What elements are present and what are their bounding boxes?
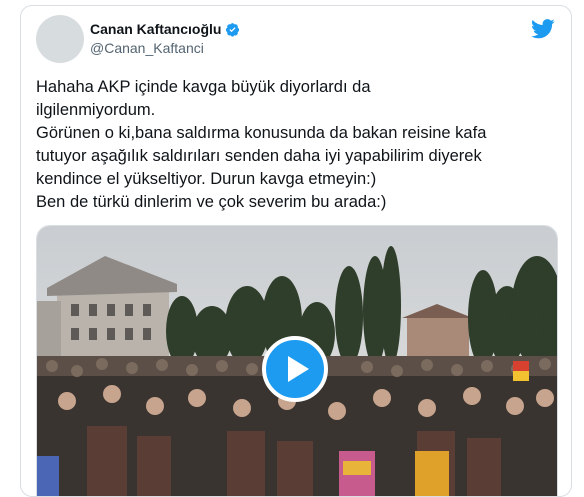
tweet-text-line: tutuyor aşağılık saldırıları senden daha… bbox=[36, 147, 482, 165]
tweet-text-line: Görünen o ki,bana saldırma konusunda da … bbox=[36, 124, 487, 142]
display-name[interactable]: Canan Kaftancıoğlu bbox=[90, 21, 221, 37]
tweet-text: Hahaha AKP içinde kavga büyük diyorlardı… bbox=[36, 76, 561, 214]
video-media[interactable] bbox=[36, 225, 558, 496]
avatar[interactable] bbox=[36, 15, 84, 63]
tweet-card[interactable]: Canan Kaftancıoğlu @Canan_Kaftanci Hahah… bbox=[20, 5, 572, 497]
author-row: Canan Kaftancıoğlu bbox=[90, 21, 240, 37]
play-button[interactable] bbox=[262, 336, 328, 402]
building bbox=[407, 316, 469, 361]
tweet-text-line: ilgilenmiyordum. bbox=[36, 101, 156, 119]
twitter-bird-icon[interactable] bbox=[531, 19, 555, 39]
play-icon bbox=[288, 356, 309, 382]
tweet-text-line: kendince el yükseltiyor. Durun kavga etm… bbox=[36, 170, 377, 188]
user-handle[interactable]: @Canan_Kaftanci bbox=[90, 40, 204, 56]
tweet-text-line: Hahaha AKP içinde kavga büyük diyorlardı… bbox=[36, 78, 371, 96]
verified-badge-icon bbox=[226, 22, 240, 37]
tweet-text-line: Ben de türkü dinlerim ve çok severim bu … bbox=[36, 193, 387, 211]
